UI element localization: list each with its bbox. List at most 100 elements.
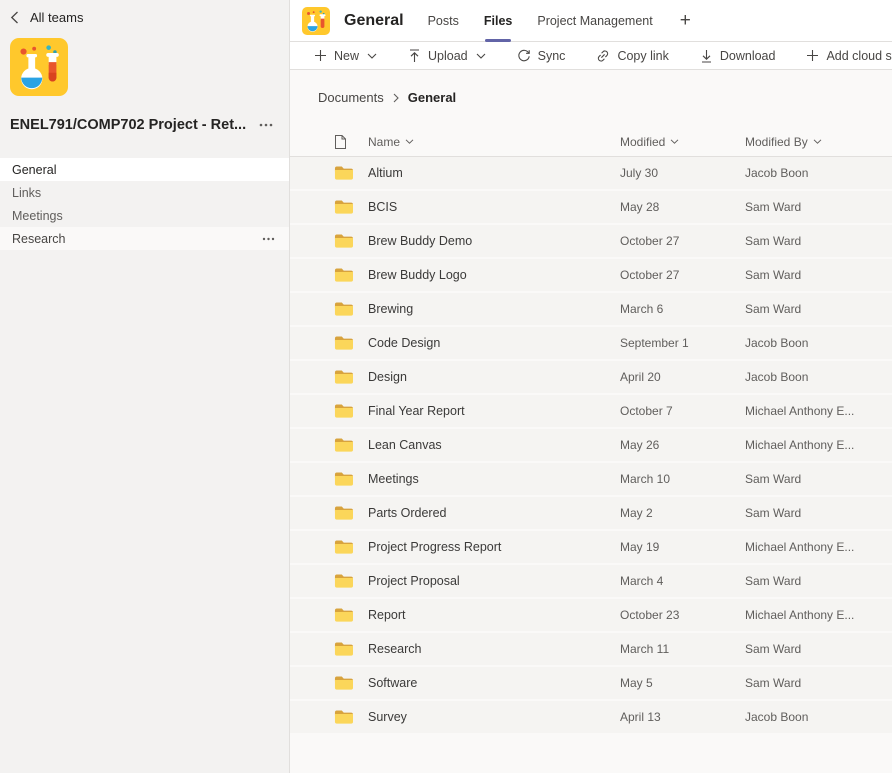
- add-cloud-storage-button[interactable]: Add cloud storage: [806, 49, 892, 63]
- file-modified: September 1: [620, 336, 745, 350]
- file-name[interactable]: Lean Canvas: [368, 438, 620, 452]
- sidebar-item-general[interactable]: General: [0, 158, 289, 181]
- column-header-name[interactable]: Name: [368, 135, 620, 149]
- breadcrumb: Documents General: [318, 90, 892, 105]
- tab-project-management[interactable]: Project Management: [537, 0, 652, 42]
- file-modified-by: Sam Ward: [745, 506, 892, 520]
- folder-icon: [290, 709, 368, 725]
- file-modified: May 2: [620, 506, 745, 520]
- chevron-left-icon: [10, 11, 19, 24]
- channel-label: Meetings: [12, 209, 63, 223]
- column-header-modified-by[interactable]: Modified By: [745, 135, 892, 149]
- table-row[interactable]: Brewing March 6 Sam Ward: [290, 293, 892, 327]
- channel-more-icon[interactable]: [262, 237, 275, 241]
- sidebar-item-research[interactable]: Research: [0, 227, 289, 250]
- team-name-row: ENEL791/COMP702 Project - Ret...: [0, 117, 289, 133]
- team-avatar[interactable]: [10, 38, 68, 96]
- sidebar-item-meetings[interactable]: Meetings: [0, 204, 289, 227]
- channel-avatar: [302, 7, 330, 35]
- tab-files[interactable]: Files: [484, 0, 513, 42]
- file-name[interactable]: Altium: [368, 166, 620, 180]
- download-icon: [700, 49, 713, 63]
- table-row[interactable]: Research March 11 Sam Ward: [290, 633, 892, 667]
- file-name[interactable]: Project Progress Report: [368, 540, 620, 554]
- file-name[interactable]: Report: [368, 608, 620, 622]
- folder-icon: [290, 437, 368, 453]
- file-name[interactable]: Meetings: [368, 472, 620, 486]
- file-name[interactable]: Final Year Report: [368, 404, 620, 418]
- file-modified-by: Jacob Boon: [745, 166, 892, 180]
- channel-label: General: [12, 163, 56, 177]
- all-teams-back-button[interactable]: All teams: [0, 0, 289, 25]
- file-modified: October 27: [620, 268, 745, 282]
- file-name[interactable]: Software: [368, 676, 620, 690]
- table-row[interactable]: Parts Ordered May 2 Sam Ward: [290, 497, 892, 531]
- file-modified-by: Sam Ward: [745, 676, 892, 690]
- folder-icon: [290, 403, 368, 419]
- column-header-modified[interactable]: Modified: [620, 135, 745, 149]
- file-name[interactable]: Project Proposal: [368, 574, 620, 588]
- channel-label: Links: [12, 186, 41, 200]
- table-row[interactable]: Brew Buddy Logo October 27 Sam Ward: [290, 259, 892, 293]
- folder-icon: [290, 301, 368, 317]
- table-row[interactable]: Project Progress Report May 19 Michael A…: [290, 531, 892, 565]
- table-row[interactable]: Project Proposal March 4 Sam Ward: [290, 565, 892, 599]
- main-panel: General Posts Files Project Management +…: [290, 0, 892, 773]
- folder-icon: [290, 539, 368, 555]
- table-row[interactable]: Design April 20 Jacob Boon: [290, 361, 892, 395]
- flask-icon: [10, 38, 68, 96]
- breadcrumb-general[interactable]: General: [408, 90, 456, 105]
- files-toolbar: New Upload Sync: [290, 42, 892, 70]
- file-modified-by: Sam Ward: [745, 574, 892, 588]
- folder-icon: [290, 675, 368, 691]
- page-title: General: [344, 12, 404, 30]
- folder-icon: [290, 199, 368, 215]
- copy-link-button[interactable]: Copy link: [596, 49, 668, 63]
- table-row[interactable]: Meetings March 10 Sam Ward: [290, 463, 892, 497]
- table-row[interactable]: Report October 23 Michael Anthony E...: [290, 599, 892, 633]
- file-type-column[interactable]: [290, 134, 368, 150]
- file-modified: April 13: [620, 710, 745, 724]
- file-modified: May 28: [620, 200, 745, 214]
- button-label: Add cloud storage: [826, 49, 892, 63]
- file-modified: May 19: [620, 540, 745, 554]
- file-name[interactable]: Brew Buddy Logo: [368, 268, 620, 282]
- column-label: Modified: [620, 135, 665, 149]
- file-name[interactable]: Code Design: [368, 336, 620, 350]
- team-more-icon[interactable]: [259, 123, 273, 127]
- table-row[interactable]: Final Year Report October 7 Michael Anth…: [290, 395, 892, 429]
- file-name[interactable]: Design: [368, 370, 620, 384]
- file-modified-by: Jacob Boon: [745, 370, 892, 384]
- file-name[interactable]: Brewing: [368, 302, 620, 316]
- table-row[interactable]: Brew Buddy Demo October 27 Sam Ward: [290, 225, 892, 259]
- tab-posts[interactable]: Posts: [428, 0, 459, 42]
- teams-app: All teams ENEL791/COMP702 Projec: [0, 0, 892, 773]
- file-modified-by: Michael Anthony E...: [745, 540, 892, 554]
- column-label: Modified By: [745, 135, 808, 149]
- upload-button[interactable]: Upload: [408, 49, 486, 63]
- download-button[interactable]: Download: [700, 49, 776, 63]
- sidebar-item-links[interactable]: Links: [0, 181, 289, 204]
- table-row[interactable]: Software May 5 Sam Ward: [290, 667, 892, 701]
- table-row[interactable]: BCIS May 28 Sam Ward: [290, 191, 892, 225]
- table-row[interactable]: Altium July 30 Jacob Boon: [290, 157, 892, 191]
- files-content: Documents General Name: [290, 70, 892, 773]
- table-row[interactable]: Survey April 13 Jacob Boon: [290, 701, 892, 735]
- folder-icon: [290, 573, 368, 589]
- button-label: Upload: [428, 49, 468, 63]
- breadcrumb-documents[interactable]: Documents: [318, 90, 384, 105]
- file-name[interactable]: Research: [368, 642, 620, 656]
- add-tab-button[interactable]: +: [680, 10, 691, 32]
- sync-button[interactable]: Sync: [517, 49, 566, 63]
- table-row[interactable]: Lean Canvas May 26 Michael Anthony E...: [290, 429, 892, 463]
- file-name[interactable]: Brew Buddy Demo: [368, 234, 620, 248]
- chevron-down-icon: [670, 139, 679, 144]
- file-modified: October 27: [620, 234, 745, 248]
- file-name[interactable]: BCIS: [368, 200, 620, 214]
- new-button[interactable]: New: [314, 49, 377, 63]
- file-name[interactable]: Survey: [368, 710, 620, 724]
- file-modified: March 11: [620, 642, 745, 656]
- chevron-down-icon: [476, 53, 486, 59]
- table-row[interactable]: Code Design September 1 Jacob Boon: [290, 327, 892, 361]
- file-name[interactable]: Parts Ordered: [368, 506, 620, 520]
